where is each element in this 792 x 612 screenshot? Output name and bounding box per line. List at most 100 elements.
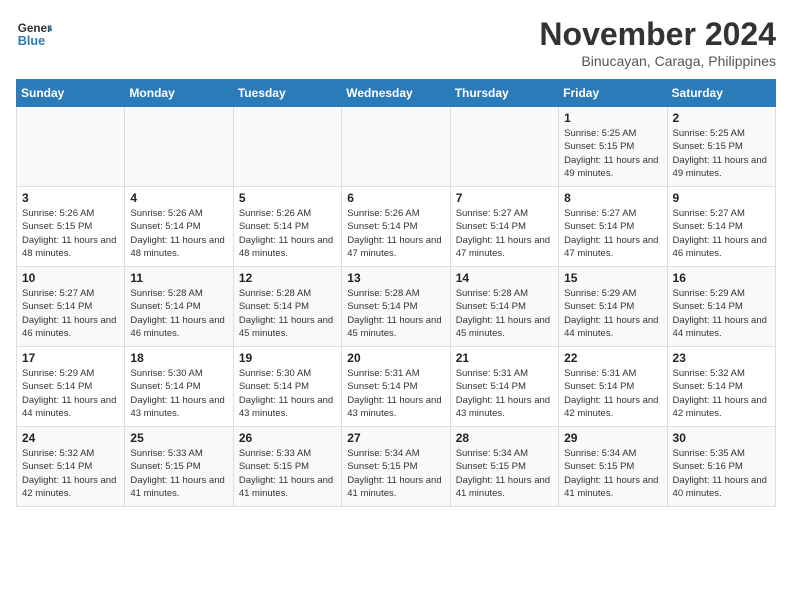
calendar-cell: 24Sunrise: 5:32 AM Sunset: 5:14 PM Dayli… [17,427,125,507]
day-number: 6 [347,191,444,205]
cell-info: Sunrise: 5:33 AM Sunset: 5:15 PM Dayligh… [239,447,336,500]
calendar-cell: 22 Sunrise: 5:31 AM Sunset: 5:14 PM Dayli… [559,347,667,427]
header-row: SundayMondayTuesdayWednesdayThursdayFrid… [17,80,776,107]
calendar-cell: 15 Sunrise: 5:29 AM Sunset: 5:14 PM Dayli… [559,267,667,347]
week-row-5: 24Sunrise: 5:32 AM Sunset: 5:14 PM Dayli… [17,427,776,507]
day-number: 26 [239,431,336,445]
day-number: 19 [239,351,336,365]
cell-info: Sunrise: 5:27 AM Sunset: 5:14 PM Dayligh… [456,207,553,260]
week-row-2: 3Sunrise: 5:26 AM Sunset: 5:15 PM Daylig… [17,187,776,267]
day-number: 4 [130,191,227,205]
cell-info: Sunrise: 5:27 AM Sunset: 5:14 PM Dayligh… [22,287,119,340]
calendar-cell: 17 Sunrise: 5:29 AM Sunset: 5:14 PM Dayli… [17,347,125,427]
day-number: 10 [22,271,119,285]
cell-info: Sunrise: 5:31 AM Sunset: 5:14 PM Dayligh… [456,367,553,420]
day-number: 2 [673,111,770,125]
calendar-cell: 25 Sunrise: 5:33 AM Sunset: 5:15 PM Dayli… [125,427,233,507]
logo-icon: General Blue [16,16,52,52]
calendar-cell: 9 Sunrise: 5:27 AM Sunset: 5:14 PM Daylig… [667,187,775,267]
calendar-cell: 6 Sunrise: 5:26 AM Sunset: 5:14 PM Daylig… [342,187,450,267]
day-number: 24 [22,431,119,445]
calendar-cell: 1 Sunrise: 5:25 AM Sunset: 5:15 PM Daylig… [559,107,667,187]
day-number: 22 [564,351,661,365]
day-header-thursday: Thursday [450,80,558,107]
calendar-cell: 29Sunrise: 5:34 AM Sunset: 5:15 PM Dayli… [559,427,667,507]
calendar-cell: 19 Sunrise: 5:30 AM Sunset: 5:14 PM Dayli… [233,347,341,427]
cell-info: Sunrise: 5:27 AM Sunset: 5:14 PM Dayligh… [673,207,770,260]
cell-info: Sunrise: 5:32 AM Sunset: 5:14 PM Dayligh… [673,367,770,420]
calendar-cell: 30 Sunrise: 5:35 AM Sunset: 5:16 PM Dayli… [667,427,775,507]
day-header-saturday: Saturday [667,80,775,107]
calendar-cell [17,107,125,187]
calendar-cell: 5Sunrise: 5:26 AM Sunset: 5:14 PM Daylig… [233,187,341,267]
day-number: 28 [456,431,553,445]
cell-info: Sunrise: 5:25 AM Sunset: 5:15 PM Dayligh… [564,127,661,180]
day-number: 16 [673,271,770,285]
day-number: 15 [564,271,661,285]
calendar-cell: 20 Sunrise: 5:31 AM Sunset: 5:14 PM Dayli… [342,347,450,427]
day-number: 9 [673,191,770,205]
cell-info: Sunrise: 5:29 AM Sunset: 5:14 PM Dayligh… [673,287,770,340]
day-number: 27 [347,431,444,445]
cell-info: Sunrise: 5:29 AM Sunset: 5:14 PM Dayligh… [564,287,661,340]
cell-info: Sunrise: 5:30 AM Sunset: 5:14 PM Dayligh… [130,367,227,420]
calendar-subtitle: Binucayan, Caraga, Philippines [539,53,776,69]
day-header-sunday: Sunday [17,80,125,107]
calendar-cell: 11Sunrise: 5:28 AM Sunset: 5:14 PM Dayli… [125,267,233,347]
calendar-cell: 12 Sunrise: 5:28 AM Sunset: 5:14 PM Dayli… [233,267,341,347]
day-number: 8 [564,191,661,205]
calendar-cell: 7 Sunrise: 5:27 AM Sunset: 5:14 PM Daylig… [450,187,558,267]
day-number: 25 [130,431,227,445]
calendar-cell: 13Sunrise: 5:28 AM Sunset: 5:14 PM Dayli… [342,267,450,347]
calendar-cell [125,107,233,187]
calendar-title: November 2024 [539,16,776,53]
day-number: 30 [673,431,770,445]
calendar-cell: 27 Sunrise: 5:34 AM Sunset: 5:15 PM Dayli… [342,427,450,507]
day-number: 3 [22,191,119,205]
cell-info: Sunrise: 5:28 AM Sunset: 5:14 PM Dayligh… [456,287,553,340]
cell-info: Sunrise: 5:30 AM Sunset: 5:14 PM Dayligh… [239,367,336,420]
cell-info: Sunrise: 5:26 AM Sunset: 5:14 PM Dayligh… [130,207,227,260]
page-header: General Blue November 2024 Binucayan, Ca… [16,16,776,69]
day-number: 20 [347,351,444,365]
cell-info: Sunrise: 5:26 AM Sunset: 5:14 PM Dayligh… [347,207,444,260]
calendar-cell [233,107,341,187]
cell-info: Sunrise: 5:34 AM Sunset: 5:15 PM Dayligh… [347,447,444,500]
calendar-cell: 3Sunrise: 5:26 AM Sunset: 5:15 PM Daylig… [17,187,125,267]
day-number: 7 [456,191,553,205]
cell-info: Sunrise: 5:27 AM Sunset: 5:14 PM Dayligh… [564,207,661,260]
calendar-cell [450,107,558,187]
calendar-cell: 28 Sunrise: 5:34 AM Sunset: 5:15 PM Dayli… [450,427,558,507]
calendar-table: SundayMondayTuesdayWednesdayThursdayFrid… [16,79,776,507]
cell-info: Sunrise: 5:35 AM Sunset: 5:16 PM Dayligh… [673,447,770,500]
day-number: 1 [564,111,661,125]
cell-info: Sunrise: 5:28 AM Sunset: 5:14 PM Dayligh… [239,287,336,340]
cell-info: Sunrise: 5:34 AM Sunset: 5:15 PM Dayligh… [456,447,553,500]
cell-info: Sunrise: 5:31 AM Sunset: 5:14 PM Dayligh… [564,367,661,420]
day-number: 17 [22,351,119,365]
calendar-cell: 21 Sunrise: 5:31 AM Sunset: 5:14 PM Dayli… [450,347,558,427]
title-block: November 2024 Binucayan, Caraga, Philipp… [539,16,776,69]
week-row-3: 10 Sunrise: 5:27 AM Sunset: 5:14 PM Dayli… [17,267,776,347]
day-header-wednesday: Wednesday [342,80,450,107]
logo: General Blue [16,16,52,52]
calendar-cell: 14 Sunrise: 5:28 AM Sunset: 5:14 PM Dayli… [450,267,558,347]
day-number: 12 [239,271,336,285]
day-number: 21 [456,351,553,365]
cell-info: Sunrise: 5:28 AM Sunset: 5:14 PM Dayligh… [347,287,444,340]
svg-text:Blue: Blue [18,34,45,48]
day-header-monday: Monday [125,80,233,107]
day-number: 14 [456,271,553,285]
day-number: 5 [239,191,336,205]
cell-info: Sunrise: 5:31 AM Sunset: 5:14 PM Dayligh… [347,367,444,420]
cell-info: Sunrise: 5:29 AM Sunset: 5:14 PM Dayligh… [22,367,119,420]
day-header-friday: Friday [559,80,667,107]
calendar-cell: 23Sunrise: 5:32 AM Sunset: 5:14 PM Dayli… [667,347,775,427]
calendar-cell: 4 Sunrise: 5:26 AM Sunset: 5:14 PM Daylig… [125,187,233,267]
calendar-cell [342,107,450,187]
calendar-cell: 16 Sunrise: 5:29 AM Sunset: 5:14 PM Dayli… [667,267,775,347]
calendar-cell: 2Sunrise: 5:25 AM Sunset: 5:15 PM Daylig… [667,107,775,187]
week-row-4: 17 Sunrise: 5:29 AM Sunset: 5:14 PM Dayli… [17,347,776,427]
calendar-cell: 10 Sunrise: 5:27 AM Sunset: 5:14 PM Dayli… [17,267,125,347]
cell-info: Sunrise: 5:33 AM Sunset: 5:15 PM Dayligh… [130,447,227,500]
